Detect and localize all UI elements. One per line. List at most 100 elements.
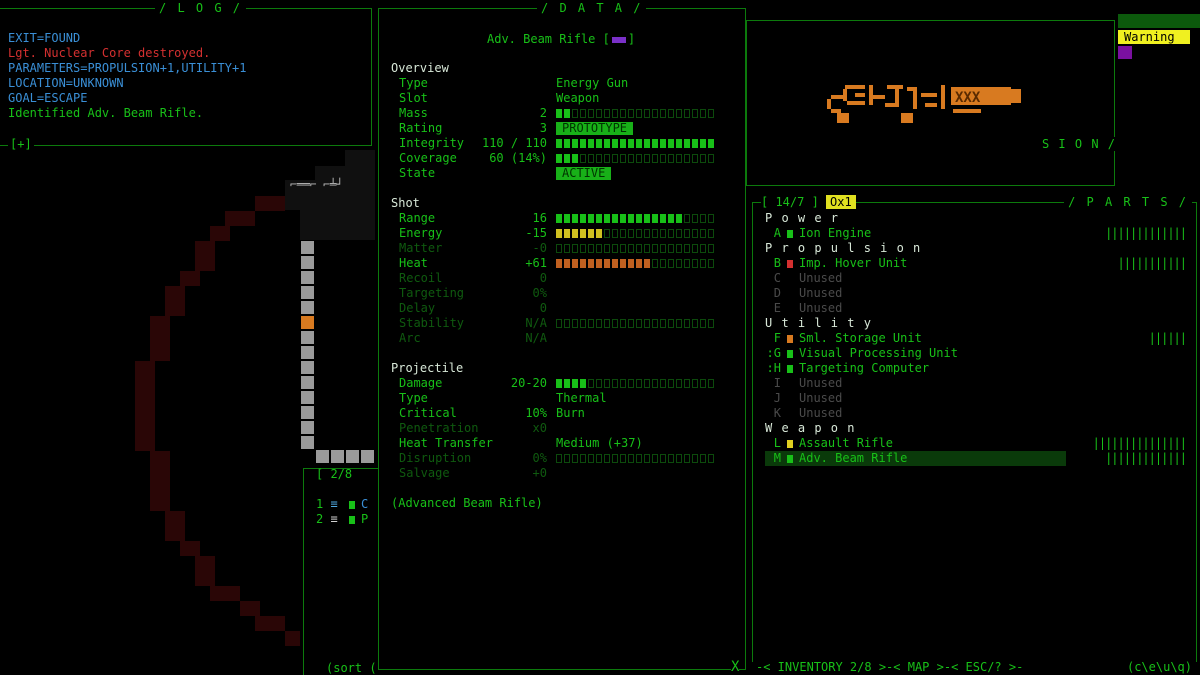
stat-value: N/A <box>525 331 547 345</box>
part-key: M <box>773 451 781 465</box>
part-slot[interactable]: D Unused <box>765 286 1186 301</box>
stat-label: Energy <box>399 226 443 240</box>
parts-section-header: W e a p o n <box>765 421 856 435</box>
part-key: :H <box>766 361 781 375</box>
stat-row: Disruption 0% <box>379 451 747 466</box>
section-header: Projectile <box>391 361 464 375</box>
part-status-icon <box>787 229 793 238</box>
beam-rifle-art: XXX <box>827 85 1021 123</box>
stat-label: Damage <box>399 376 443 390</box>
stat-text: Thermal <box>556 391 607 405</box>
log-line: Lgt. Nuclear Core destroyed. <box>8 46 211 60</box>
stat-label: Heat Transfer <box>399 436 493 450</box>
parts-slots: [ 14/7 ] Ox1 <box>761 195 856 209</box>
item-icon: ≡ <box>330 512 338 526</box>
ox-badge: Ox1 <box>826 195 856 209</box>
bottom-nav[interactable]: -< INVENTORY 2/8 >-< MAP >-< ESC/? >- <box>756 660 1023 675</box>
player-robot-icon <box>301 316 314 329</box>
inventory-item[interactable]: 1 ≡ C <box>316 497 368 511</box>
stat-value: 60 (14%) <box>489 151 547 165</box>
part-key: L <box>773 436 781 450</box>
part-slot[interactable]: F Sml. Storage Unit <box>765 331 1186 346</box>
part-slot[interactable]: J Unused <box>765 391 1186 406</box>
parts-panel: [ 14/7 ] Ox1 / P A R T S / P o w e r A Ion… <box>752 195 1197 662</box>
part-slot[interactable]: :G Visual Processing Unit <box>765 346 1186 361</box>
stat-value: 0 <box>539 301 547 315</box>
stat-label: Matter <box>399 241 443 255</box>
part-name: Unused <box>799 286 843 300</box>
part-slot[interactable]: :H Targeting Computer <box>765 361 1186 376</box>
stat-row: Range 16 <box>379 211 747 226</box>
part-slot[interactable]: I Unused <box>765 376 1186 391</box>
stat-value: x0 <box>532 421 547 435</box>
stat-row: Type Energy Gun <box>379 76 747 91</box>
part-key: A <box>773 226 781 240</box>
part-integrity-bar: ||||||||||| <box>1117 256 1187 270</box>
stat-text: Burn <box>556 406 585 420</box>
part-key: D <box>773 286 781 300</box>
stat-row: State ACTIVE <box>379 166 747 181</box>
stat-value: 20-20 <box>510 376 547 390</box>
inventory-item[interactable]: 2 ≡ P <box>316 512 368 526</box>
section-header: Shot <box>391 196 420 210</box>
stat-row: Stability N/A <box>379 316 747 331</box>
log-panel: / L O G / EXIT=FOUND Lgt. Nuclear Core de… <box>0 1 372 151</box>
data-panel: / D A T A / Adv. Beam Rifle [] Overview T… <box>378 1 747 675</box>
stat-label: Coverage <box>399 151 457 165</box>
part-slot[interactable]: M Adv. Beam Rifle <box>765 451 1066 466</box>
part-slot[interactable]: C Unused <box>765 271 1186 286</box>
parts-section-header: P o w e r <box>765 211 840 225</box>
part-status-icon <box>787 454 793 463</box>
stat-row: Salvage +0 <box>379 466 747 481</box>
stat-value: -0 <box>532 241 547 255</box>
item-title: Adv. Beam Rifle [] <box>487 32 636 46</box>
stat-row: Damage 20-20 <box>379 376 747 391</box>
beam-rifle-icon <box>611 36 626 43</box>
view-mode-toggle[interactable]: (c\e\u\q) <box>1127 660 1192 675</box>
stat-label: Rating <box>399 121 443 135</box>
stat-value: 0 <box>539 271 547 285</box>
map-floor-row <box>300 450 378 466</box>
part-key: K <box>773 406 781 420</box>
part-name: Targeting Computer <box>799 361 930 375</box>
stat-value: 110 / 110 <box>481 136 547 150</box>
part-status-icon <box>787 305 793 313</box>
log-expand-button[interactable]: [+] <box>8 137 34 151</box>
stat-value: 10% <box>525 406 547 420</box>
part-name: Sml. Storage Unit <box>799 331 922 345</box>
stat-row: Arc N/A <box>379 331 747 346</box>
vision-label: S I O N / <box>1041 137 1116 151</box>
log-line: PARAMETERS=PROPULSION+1,UTILITY+1 <box>8 61 247 75</box>
part-name: Unused <box>799 301 843 315</box>
part-key: B <box>773 256 781 270</box>
part-status-icon <box>787 395 793 403</box>
stat-row: Critical 10% Burn <box>379 406 747 421</box>
stat-row: Slot Weapon <box>379 91 747 106</box>
log-line: Identified Adv. Beam Rifle. <box>8 106 204 120</box>
bottom-bar: -< INVENTORY 2/8 >-< MAP >-< ESC/? >- (c… <box>746 660 1200 675</box>
stat-text: Energy Gun <box>556 76 629 90</box>
alert-indicator <box>1118 46 1132 59</box>
stat-row: Coverage 60 (14%) <box>379 151 747 166</box>
stat-label: Critical <box>399 406 457 420</box>
stat-label: Disruption <box>399 451 472 465</box>
stat-label: Delay <box>399 301 436 315</box>
stat-text: Medium (+37) <box>556 436 643 450</box>
map-floor-column <box>300 241 316 461</box>
stat-value: 2 <box>539 106 547 120</box>
log-line: LOCATION=UNKNOWN <box>8 76 124 90</box>
sort-button[interactable]: (sort ( <box>326 661 377 675</box>
part-status-icon <box>787 349 793 358</box>
part-name: Ion Engine <box>799 226 872 240</box>
stat-row: Heat +61 <box>379 256 747 271</box>
data-body: Overview Type Energy Gun Slot Weapon Mass 2 Rat… <box>379 61 747 531</box>
inventory-panel: [ 2/8 1 ≡ C 2 ≡ P (sort ( <box>303 467 379 675</box>
stat-label: Type <box>399 76 428 90</box>
part-slot[interactable]: E Unused <box>765 301 1186 316</box>
log-line: GOAL=ESCAPE <box>8 91 88 105</box>
close-button[interactable]: X <box>731 659 740 675</box>
part-slot[interactable]: K Unused <box>765 406 1186 421</box>
part-status-icon <box>787 364 793 373</box>
stat-label: Slot <box>399 91 428 105</box>
stat-label: Targeting <box>399 286 465 300</box>
